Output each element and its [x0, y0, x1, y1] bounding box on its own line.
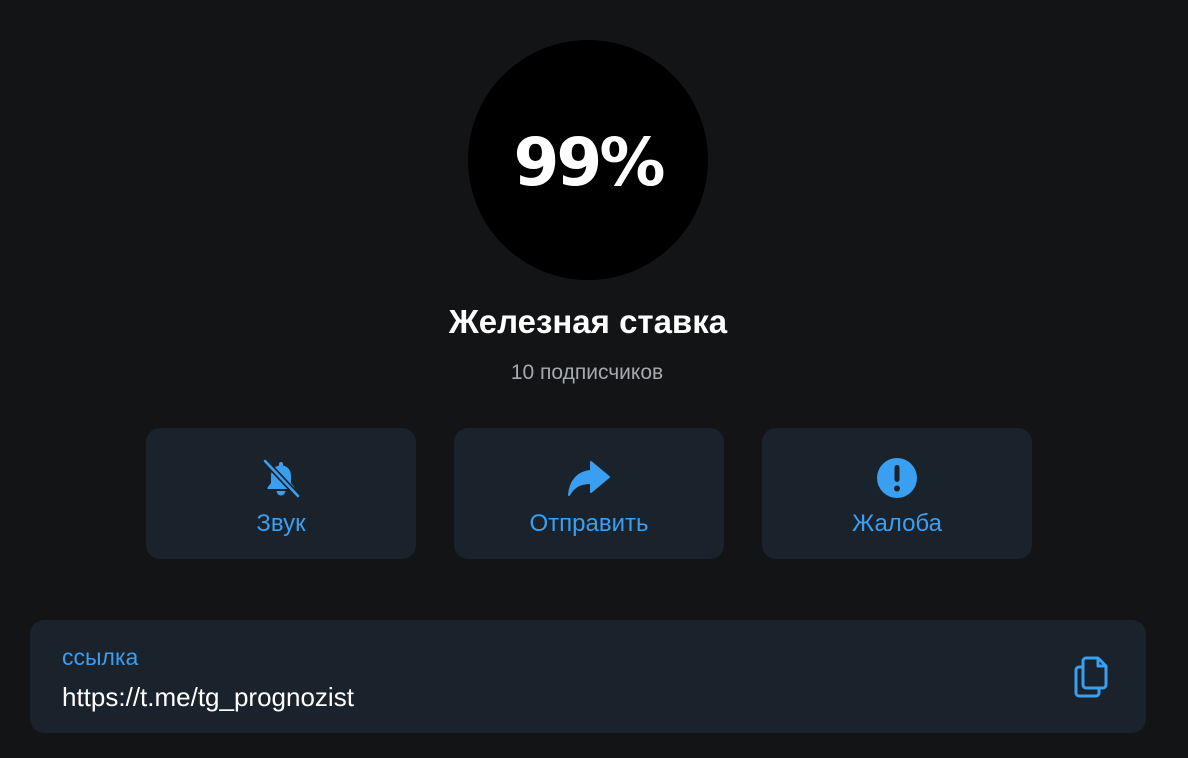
sound-button-label: Звук — [256, 510, 306, 537]
share-arrow-icon — [567, 458, 611, 498]
copy-icon[interactable] — [1070, 654, 1114, 700]
sound-button[interactable]: Звук — [146, 428, 416, 559]
channel-title: Железная ставка — [448, 303, 728, 340]
subscriber-count: 10 подписчиков — [510, 361, 664, 384]
avatar-text: 99% — [513, 123, 666, 201]
link-card[interactable]: ссылка https://t.me/tg_prognozist — [30, 620, 1146, 733]
report-button-label: Жалоба — [852, 510, 942, 537]
link-label: ссылка — [62, 644, 139, 670]
bell-muted-icon — [259, 458, 303, 499]
share-button[interactable]: Отправить — [454, 428, 724, 559]
channel-link[interactable]: https://t.me/tg_prognozist — [62, 682, 354, 713]
channel-profile-page: 99% Железная ставка 10 подписчиков Звук … — [0, 0, 1188, 758]
share-button-label: Отправить — [529, 510, 649, 537]
exclamation-circle-icon — [875, 458, 919, 498]
report-button[interactable]: Жалоба — [762, 428, 1032, 559]
channel-avatar: 99% — [468, 40, 708, 280]
